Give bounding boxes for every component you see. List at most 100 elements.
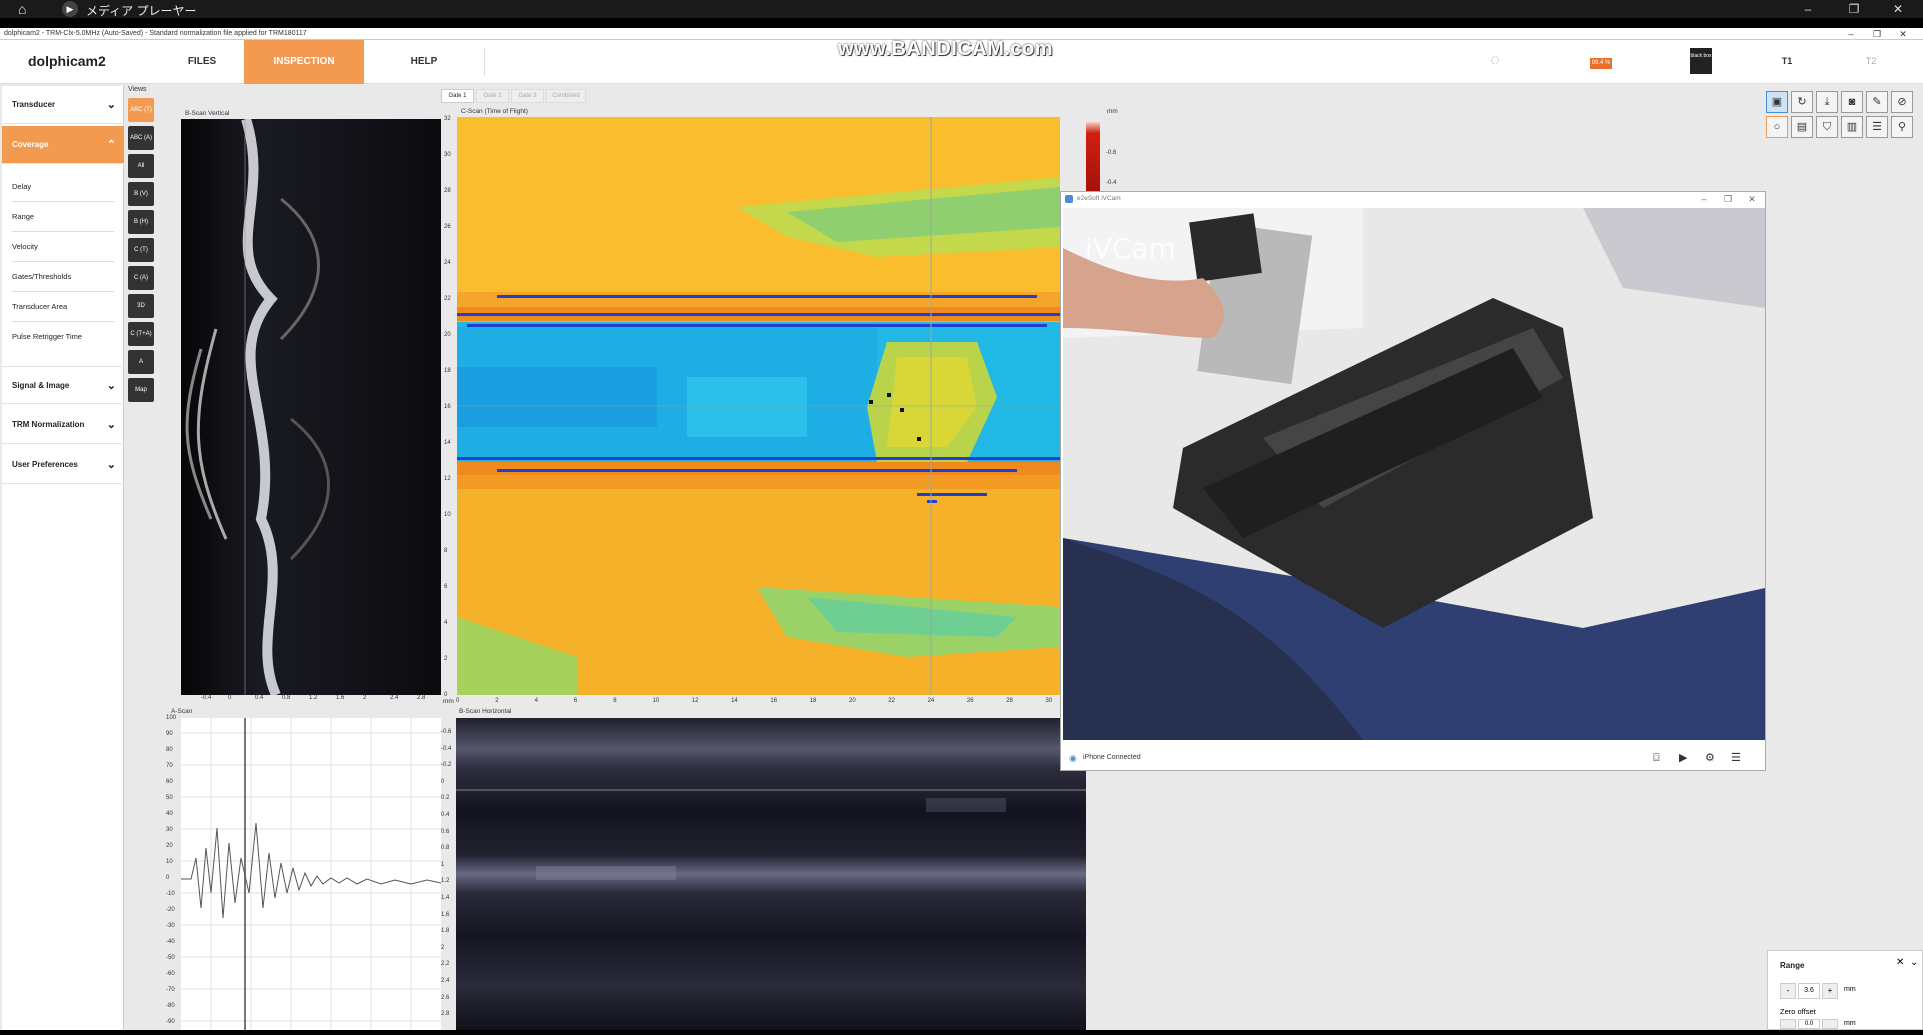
layers-icon[interactable]: ▥ xyxy=(1841,116,1863,138)
menu-help[interactable]: HELP xyxy=(380,40,468,84)
view-button[interactable]: ABC (T) xyxy=(128,98,154,122)
section-label: Transducer xyxy=(12,100,56,109)
coverage-item-velocity[interactable]: Velocity xyxy=(12,232,114,262)
ivcam-restore-icon[interactable]: ❐ xyxy=(1717,192,1739,206)
bscan-v-x-tick: 0.4 xyxy=(255,695,264,701)
bscan-horizontal-label: B-Scan Horizontal xyxy=(459,708,512,715)
close-button[interactable]: ✕ xyxy=(1878,0,1918,18)
cscan-y-tick: 10 xyxy=(444,512,451,518)
tab-gate-1[interactable]: Gate 1 xyxy=(441,89,474,103)
menu-icon[interactable]: ☰ xyxy=(1731,744,1741,772)
view-button[interactable]: C (T+A) xyxy=(128,322,154,346)
camera-icon[interactable]: ⌼ xyxy=(1653,744,1660,772)
view-button[interactable]: All xyxy=(128,154,154,178)
ascan-label: A-Scan xyxy=(171,708,193,715)
menu-files[interactable]: FILES xyxy=(160,40,244,84)
section-label: Signal & Image xyxy=(12,381,70,390)
zero-offset-increment-button[interactable] xyxy=(1822,1019,1838,1029)
minimize-button[interactable]: – xyxy=(1788,0,1828,18)
sliders-icon[interactable]: ☰ xyxy=(1866,116,1888,138)
cscan-view[interactable] xyxy=(457,117,1060,695)
cube-view-icon[interactable]: ▣ xyxy=(1766,91,1788,113)
view-button[interactable]: ABC (A) xyxy=(128,126,154,150)
tab-combined[interactable]: Combined xyxy=(546,89,586,103)
tab-gate-3[interactable]: Gate 3 xyxy=(511,89,544,103)
app-logo: dolphicam2 xyxy=(28,53,106,69)
note-icon[interactable]: ✎ xyxy=(1866,91,1888,113)
view-button[interactable]: Map xyxy=(128,378,154,402)
rotate-icon[interactable]: ↻ xyxy=(1791,91,1813,113)
download-icon[interactable]: ⤓ xyxy=(1816,91,1838,113)
ascan-y-tick: -80 xyxy=(166,1003,175,1009)
ivcam-video-feed: iVCam xyxy=(1063,208,1765,740)
bscan-h-y-tick: 1 xyxy=(441,861,445,868)
grid-icon[interactable]: ▤ xyxy=(1791,116,1813,138)
view-button[interactable]: B (V) xyxy=(128,182,154,206)
view-button[interactable]: B (H) xyxy=(128,210,154,234)
app-close-icon[interactable]: ✕ xyxy=(1892,28,1914,40)
range-title: Range xyxy=(1780,961,1805,970)
play-icon[interactable]: ▶ xyxy=(62,1,78,17)
transducer-t1-icon[interactable]: T1 xyxy=(1776,48,1798,74)
snapshot-icon[interactable]: ◙ xyxy=(1841,91,1863,113)
app-minimize-icon[interactable]: – xyxy=(1840,28,1862,40)
view-button[interactable]: 3D xyxy=(128,294,154,318)
view-button[interactable]: C (A) xyxy=(128,266,154,290)
chevron-down-icon[interactable]: ⌄ xyxy=(1910,957,1918,968)
view-button[interactable]: C (T) xyxy=(128,238,154,262)
bscan-h-y-tick: -0.4 xyxy=(441,745,452,752)
close-icon[interactable]: ✕ xyxy=(1896,957,1904,968)
sidebar-section-signal-image[interactable]: Signal & Image ⌄ xyxy=(2,366,124,404)
video-icon[interactable]: ▶ xyxy=(1679,744,1687,772)
views-panel: Views ABC (T) ABC (A) All B (V) B (H) C (T) C … xyxy=(128,86,156,586)
bscan-v-x-tick: 0 xyxy=(228,695,232,701)
app-restore-icon[interactable]: ❐ xyxy=(1866,28,1888,40)
menu-inspection[interactable]: INSPECTION xyxy=(244,40,364,84)
gear-icon[interactable]: ⚙ xyxy=(1705,744,1715,772)
edit-icon[interactable]: ⊘ xyxy=(1891,91,1913,113)
coverage-item-range[interactable]: Range xyxy=(12,202,114,232)
black-box-icon[interactable]: black box xyxy=(1690,48,1712,74)
sidebar-section-coverage[interactable]: Coverage ⌃ xyxy=(2,126,124,164)
ascan-y-tick: 100 xyxy=(166,715,177,721)
range-increment-button[interactable]: + xyxy=(1822,983,1838,999)
bscan-vertical-view[interactable] xyxy=(181,119,441,695)
bscan-h-y-tick: 2.4 xyxy=(441,978,450,984)
zero-offset-field[interactable]: 0.0 xyxy=(1798,1019,1820,1029)
bscan-vertical-label: B-Scan Vertical xyxy=(185,110,230,117)
coverage-item-pulse-retrigger[interactable]: Pulse Retrigger Time xyxy=(12,322,114,352)
battery-icon: 99.4 % xyxy=(1584,48,1618,74)
sidebar-section-trm-normalization[interactable]: TRM Normalization ⌄ xyxy=(2,406,124,444)
cscan-y-tick: 12 xyxy=(444,476,451,482)
ivcam-close-icon[interactable]: ✕ xyxy=(1741,192,1763,206)
home-icon[interactable]: ⌂ xyxy=(18,1,26,17)
range-value-field[interactable]: 3.6 xyxy=(1798,983,1820,999)
shield-icon[interactable]: ⛉ xyxy=(1816,116,1838,138)
sidebar-section-transducer[interactable]: Transducer ⌄ xyxy=(2,86,124,124)
ascan-y-tick: -30 xyxy=(166,923,175,929)
transducer-t2-icon[interactable]: T2 xyxy=(1860,48,1882,74)
coverage-item-transducer-area[interactable]: Transducer Area xyxy=(12,292,114,322)
zero-offset-label: Zero offset xyxy=(1780,1007,1816,1016)
gate-tabs: Gate 1 Gate 2 Gate 3 Combined xyxy=(441,89,601,103)
view-button[interactable]: A xyxy=(128,350,154,374)
filter-icon[interactable]: ⚲ xyxy=(1891,116,1913,138)
ascan-y-tick: 0 xyxy=(166,875,170,881)
range-decrement-button[interactable]: - xyxy=(1780,983,1796,999)
ivcam-minimize-icon[interactable]: – xyxy=(1693,192,1715,206)
sidebar-section-user-preferences[interactable]: User Preferences ⌄ xyxy=(2,446,124,484)
restore-button[interactable]: ❐ xyxy=(1834,0,1874,18)
cscan-y-tick: 16 xyxy=(444,404,451,410)
ascan-view[interactable] xyxy=(181,718,442,1030)
bandicam-watermark: www.BANDICAM.com xyxy=(838,38,1054,60)
dolphicam-app: dolphicam2 - TRM-Clx-5.0MHz (Auto-Saved)… xyxy=(0,28,1923,1030)
ascan-y-tick: 40 xyxy=(166,811,173,817)
bscan-horizontal-view[interactable] xyxy=(456,718,1086,1030)
coverage-item-delay[interactable]: Delay xyxy=(12,172,114,202)
section-label: Coverage xyxy=(12,140,49,149)
circle-tool-icon[interactable]: ○ xyxy=(1766,116,1788,138)
ascan-y-tick: 20 xyxy=(166,843,173,849)
zero-offset-decrement-button[interactable] xyxy=(1780,1019,1796,1029)
tab-gate-2[interactable]: Gate 2 xyxy=(476,89,509,103)
coverage-item-gates[interactable]: Gates/Thresholds xyxy=(12,262,114,292)
